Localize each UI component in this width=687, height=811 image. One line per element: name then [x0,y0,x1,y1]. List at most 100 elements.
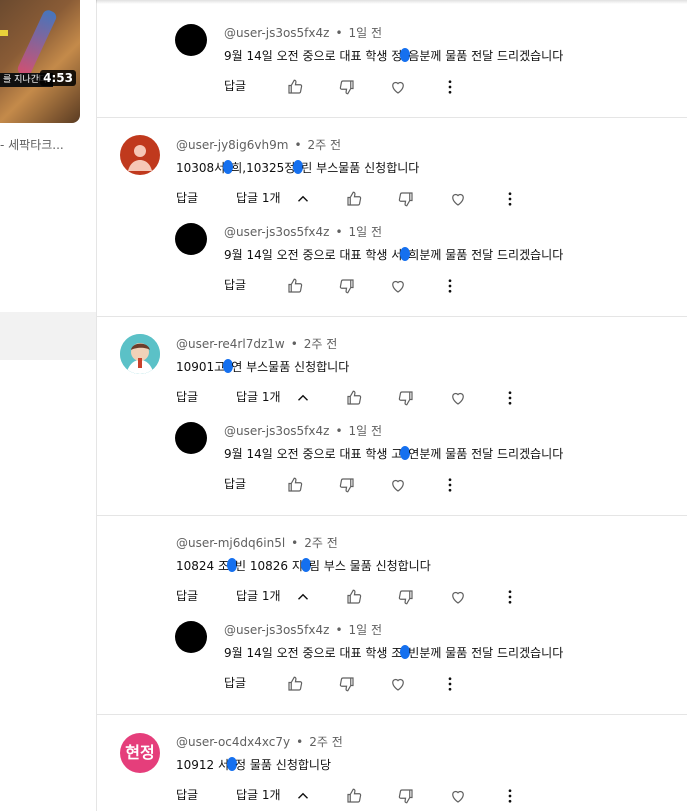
comment-text-part: 9월 14일 오전 중으로 대표 학생 조 [224,646,403,660]
comment-actions: 답글 [224,77,484,97]
related-video-title[interactable]: - 세팍타크... [0,136,64,153]
comment-text: 10824 조 빈 10826 지 림 부스 물품 신청합니다 [176,557,431,574]
comment-time[interactable]: 1일 전 [349,225,383,239]
comment-time[interactable]: 1일 전 [349,424,383,438]
comment-time[interactable]: 2주 전 [304,536,338,550]
comment-author[interactable]: @user-jy8ig6vh9m [176,138,288,152]
heart-icon[interactable] [389,675,407,693]
heart-icon[interactable] [449,190,467,208]
chevron-up-icon[interactable] [294,588,312,606]
related-item-hover[interactable] [0,312,96,360]
comment-text-part: 10901고 [176,360,226,374]
comment-text: 10912 서 정 물품 신청합니당 [176,756,331,773]
reply-button[interactable]: 답글 [176,388,198,405]
like-icon[interactable] [345,190,363,208]
comment-text-part: 9월 14일 오전 중으로 대표 학생 고 [224,447,403,461]
comment-actions: 답글 [224,276,484,296]
person-icon [128,145,152,171]
more-options-icon[interactable] [501,389,519,407]
heart-icon[interactable] [389,277,407,295]
view-replies-button[interactable]: 답글 1개 [236,786,281,803]
comment-actions: 답글 [224,674,484,694]
dislike-icon[interactable] [338,277,356,295]
thread-divider [96,515,687,516]
view-replies-button[interactable]: 답글 1개 [236,388,281,405]
view-replies-button[interactable]: 답글 1개 [236,189,281,206]
column-divider [96,0,97,811]
heart-icon[interactable] [449,389,467,407]
dislike-icon[interactable] [397,190,415,208]
chevron-up-icon[interactable] [294,787,312,805]
video-thumbnail[interactable]: 를 지나간다. 4:53 [0,0,80,123]
dislike-icon[interactable] [397,389,415,407]
cartoon-avatar-icon [120,334,160,374]
reply-button[interactable]: 답글 [176,786,198,803]
comment-author[interactable]: @user-oc4dx4xc7y [176,735,290,749]
comment-author[interactable]: @user-js3os5fx4z [224,623,329,637]
comment-time[interactable]: 1일 전 [349,623,383,637]
avatar[interactable] [120,135,160,175]
comment-text-part: 9월 14일 오전 중으로 대표 학생 서 [224,248,403,262]
more-options-icon[interactable] [441,476,459,494]
thread-divider [96,714,687,715]
reply-button[interactable]: 답글 [176,587,198,604]
heart-icon[interactable] [389,78,407,96]
more-options-icon[interactable] [441,78,459,96]
heart-icon[interactable] [449,787,467,805]
view-replies-button[interactable]: 답글 1개 [236,587,281,604]
comment-actions: 답글 답글 1개 [176,189,526,209]
reply-button[interactable]: 답글 [224,475,246,492]
comment-text: 9월 14일 오전 중으로 대표 학생 정 음분께 물품 전달 드리겠습니다 [224,47,563,64]
reply-button[interactable]: 답글 [224,276,246,293]
like-icon[interactable] [286,78,304,96]
comment-actions: 답글 답글 1개 [176,587,526,607]
comment-text-part: 10308서 [176,161,226,175]
dislike-icon[interactable] [397,588,415,606]
avatar[interactable] [175,621,207,653]
comment-time[interactable]: 2주 전 [304,337,338,351]
comment-text: 10901고 연 부스물품 신청합니다 [176,358,349,375]
more-options-icon[interactable] [501,787,519,805]
avatar[interactable] [175,223,207,255]
chevron-up-icon[interactable] [294,389,312,407]
comment-author[interactable]: @user-js3os5fx4z [224,424,329,438]
like-icon[interactable] [345,588,363,606]
avatar[interactable] [175,422,207,454]
dislike-icon[interactable] [338,476,356,494]
reply-button[interactable]: 답글 [176,189,198,206]
reply-button[interactable]: 답글 [224,77,246,94]
avatar[interactable] [175,24,207,56]
like-icon[interactable] [286,476,304,494]
comment-time[interactable]: 1일 전 [349,26,383,40]
more-options-icon[interactable] [441,277,459,295]
more-options-icon[interactable] [501,190,519,208]
comment-time[interactable]: 2주 전 [308,138,342,152]
like-icon[interactable] [345,389,363,407]
more-options-icon[interactable] [501,588,519,606]
header-shadow [96,0,687,4]
comment-text: 9월 14일 오전 중으로 대표 학생 서 희분께 물품 전달 드리겠습니다 [224,246,563,263]
comment-text-part: 10824 조 [176,559,230,573]
avatar[interactable]: 현정 [120,733,160,773]
dislike-icon[interactable] [338,675,356,693]
dislike-icon[interactable] [338,78,356,96]
comment-text: 10308서 희,10325정 린 부스물품 신청합니다 [176,159,419,176]
like-icon[interactable] [286,675,304,693]
comment-actions: 답글 답글 1개 [176,388,526,408]
heart-icon[interactable] [449,588,467,606]
comment-author[interactable]: @user-js3os5fx4z [224,26,329,40]
avatar[interactable] [120,334,160,374]
reply-button[interactable]: 답글 [224,674,246,691]
like-icon[interactable] [345,787,363,805]
comment-author[interactable]: @user-re4rl7dz1w [176,337,285,351]
comment-author[interactable]: @user-mj6dq6in5l [176,536,285,550]
comment-time[interactable]: 2주 전 [309,735,343,749]
heart-icon[interactable] [389,476,407,494]
comment-author[interactable]: @user-js3os5fx4z [224,225,329,239]
comment-text: 9월 14일 오전 중으로 대표 학생 고 연분께 물품 전달 드리겠습니다 [224,445,563,462]
like-icon[interactable] [286,277,304,295]
dislike-icon[interactable] [397,787,415,805]
chevron-up-icon[interactable] [294,190,312,208]
comment-text: 9월 14일 오전 중으로 대표 학생 조 빈분께 물품 전달 드리겠습니다 [224,644,563,661]
more-options-icon[interactable] [441,675,459,693]
